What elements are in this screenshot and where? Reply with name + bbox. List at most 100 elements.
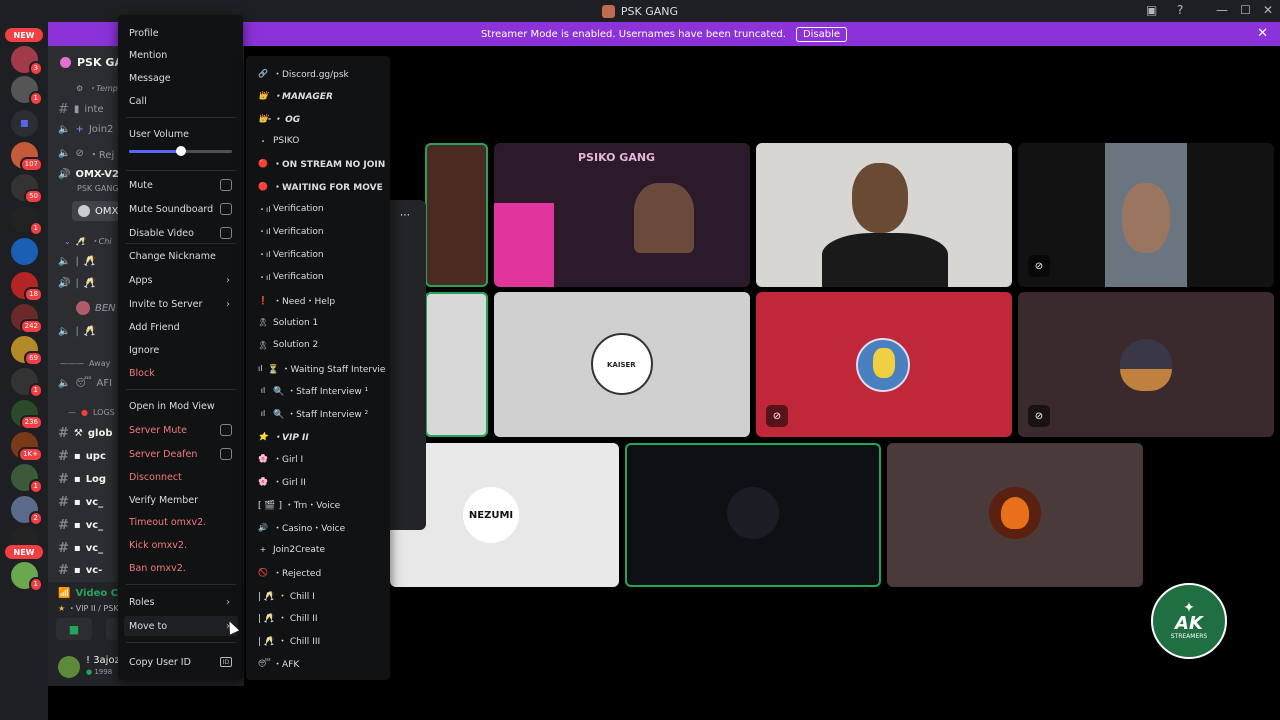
menu-item-kick[interactable]: Kick omxv2. xyxy=(124,535,238,555)
video-tile[interactable]: ⊘ xyxy=(1018,143,1274,287)
move-to-channel[interactable]: ıl ⏳ ・Waiting Staff Interview xyxy=(252,358,386,378)
menu-item-verify-member[interactable]: Verify Member xyxy=(124,490,238,510)
slider-handle[interactable] xyxy=(175,146,186,156)
disable-video-checkbox[interactable] xyxy=(220,227,232,239)
channel-log[interactable]: # ▪ Log xyxy=(58,472,106,487)
menu-item-move-to[interactable]: Move to › xyxy=(124,616,238,636)
category-chi[interactable]: ⌄ 🥂 ・Chi xyxy=(64,236,112,247)
move-to-channel[interactable]: ・ıl Verification xyxy=(252,245,386,265)
move-to-channel[interactable]: [ 🎬 ] ・Trn・Voice xyxy=(252,494,386,514)
close-icon[interactable]: ✕ xyxy=(1257,26,1268,41)
disable-streamer-mode-button[interactable]: Disable xyxy=(795,26,848,42)
menu-item-ignore[interactable]: Ignore xyxy=(124,340,238,360)
server-icon[interactable]: 236 xyxy=(11,400,43,430)
move-to-channel[interactable]: 🎗 Solution 1 xyxy=(252,313,386,333)
channel-upc[interactable]: # ▪ upc xyxy=(58,449,106,464)
move-to-channel[interactable]: 🔗 ・Discord.gg/psk xyxy=(252,63,386,83)
server-icon[interactable]: 18 xyxy=(11,272,43,302)
server-icon[interactable]: 107 xyxy=(11,142,43,172)
channel-vc[interactable]: # ▪ vc_ xyxy=(58,518,103,533)
server-icon[interactable]: 69 xyxy=(11,336,43,366)
category-logs[interactable]: — ● LOGS xyxy=(68,408,115,417)
video-tile[interactable]: KAISER xyxy=(494,292,750,437)
menu-item-server-deafen[interactable]: Server Deafen xyxy=(124,444,238,464)
new-badge[interactable]: NEW xyxy=(5,28,43,42)
server-icon[interactable]: 1 xyxy=(11,562,43,592)
video-tile[interactable]: ⊘ xyxy=(1018,292,1274,437)
menu-item-mention[interactable]: Mention xyxy=(124,45,238,65)
video-tile[interactable] xyxy=(425,292,488,437)
help-icon[interactable]: ? xyxy=(1177,3,1183,17)
avatar[interactable] xyxy=(58,656,80,678)
video-tile[interactable] xyxy=(625,443,881,587)
move-to-channel[interactable]: 🔊 ・Casino・Voice xyxy=(252,517,386,537)
voice-channel[interactable]: 🔈 | 🥂 xyxy=(58,256,96,267)
close-window-button[interactable]: ✕ xyxy=(1263,3,1273,17)
new-badge[interactable]: NEW xyxy=(5,545,43,559)
move-to-channel[interactable]: 🌸 ・Girl II xyxy=(252,472,386,492)
minimize-button[interactable]: — xyxy=(1216,3,1228,17)
move-to-channel[interactable]: | 🥂 ・ Chill I xyxy=(252,585,386,605)
channel-vc[interactable]: # ▪ vc_ xyxy=(58,541,103,556)
move-to-channel[interactable]: 👑- ・ OG xyxy=(252,108,386,128)
channel-inte[interactable]: # ▮ inte xyxy=(58,102,104,117)
menu-item-invite-to-server[interactable]: Invite to Server › xyxy=(124,294,238,314)
move-to-channel[interactable]: ・ıl Verification xyxy=(252,267,386,287)
move-to-channel[interactable]: ・ıl Verification xyxy=(252,199,386,219)
move-to-channel[interactable]: | 🥂 ・ Chill II xyxy=(252,608,386,628)
mute-soundboard-checkbox[interactable] xyxy=(220,203,232,215)
channel-rej[interactable]: 🔈 ⊘ ・Rej xyxy=(58,146,114,161)
server-icon[interactable]: 1 xyxy=(11,76,43,106)
menu-item-add-friend[interactable]: Add Friend xyxy=(124,317,238,337)
voice-channel[interactable]: 🔈 | 🥂 xyxy=(58,326,96,337)
move-to-channel[interactable]: 🌸 ・Girl I xyxy=(252,449,386,469)
server-icon[interactable]: 1K+ xyxy=(11,432,43,462)
menu-item-disconnect[interactable]: Disconnect xyxy=(124,467,238,487)
voice-channel[interactable]: 🔊 | 🥂 xyxy=(58,278,96,289)
server-deafen-checkbox[interactable] xyxy=(220,448,232,460)
server-icon[interactable]: 1 xyxy=(11,464,43,494)
menu-item-profile[interactable]: Profile xyxy=(124,23,238,43)
inbox-icon[interactable]: ▣ xyxy=(1146,3,1157,17)
menu-item-copy-user-id[interactable]: Copy User ID ID xyxy=(124,652,238,672)
server-icon[interactable] xyxy=(11,238,38,265)
server-icon[interactable]: 3 xyxy=(11,46,43,76)
video-tile[interactable] xyxy=(425,143,488,287)
move-to-channel[interactable]: 🚫 ・Rejected xyxy=(252,562,386,582)
menu-item-change-nickname[interactable]: Change Nickname xyxy=(124,246,238,266)
server-icon[interactable]: 1 xyxy=(11,206,43,236)
server-icon[interactable]: 50 xyxy=(11,174,43,204)
move-to-channel[interactable]: 👑 ・MANAGER xyxy=(252,86,386,106)
menu-item-apps[interactable]: Apps › xyxy=(124,270,238,290)
channel-join2[interactable]: 🔈 + Join2 xyxy=(58,124,113,135)
move-to-channel[interactable]: 🔴 ・ON STREAM NO JOIN xyxy=(252,154,386,174)
channel-afk[interactable]: 🔈 😴 AFI xyxy=(58,378,112,389)
maximize-button[interactable]: ☐ xyxy=(1240,3,1251,17)
mute-checkbox[interactable] xyxy=(220,179,232,191)
server-mute-checkbox[interactable] xyxy=(220,424,232,436)
menu-item-open-in-mod-view[interactable]: Open in Mod View xyxy=(124,396,238,416)
move-to-channel[interactable]: ıl 🔍 ・Staff Interview ² xyxy=(252,404,386,424)
move-to-channel[interactable]: ıl 🔍 ・Staff Interview ¹ xyxy=(252,381,386,401)
channel-vc[interactable]: # ▪ vc_ xyxy=(58,495,103,510)
category-away[interactable]: ——— Away xyxy=(60,359,110,368)
menu-item-ban[interactable]: Ban omxv2. xyxy=(124,558,238,578)
voice-user-ben[interactable]: BEN xyxy=(76,301,116,315)
server-icon[interactable]: 2 xyxy=(11,496,43,526)
server-icon[interactable]: 1 xyxy=(11,368,43,398)
move-to-channel[interactable]: 😴 ・AFK xyxy=(252,653,386,673)
camera-button[interactable]: ■ xyxy=(56,618,92,640)
move-to-channel[interactable]: | 🥂 ・ Chill III xyxy=(252,631,386,651)
folder-icon[interactable]: ▪ xyxy=(11,110,38,137)
move-to-channel[interactable]: ⭐ ・VIP II xyxy=(252,426,386,446)
channel-glob[interactable]: # ⚒ glob xyxy=(58,426,113,441)
video-tile[interactable] xyxy=(756,143,1012,287)
move-to-channel[interactable]: + Join2Create xyxy=(252,540,386,560)
menu-item-disable-video[interactable]: Disable Video xyxy=(124,223,238,243)
move-to-channel[interactable]: ❗ ・Need・Help xyxy=(252,290,386,310)
menu-item-message[interactable]: Message xyxy=(124,68,238,88)
menu-item-mute[interactable]: Mute xyxy=(124,175,238,195)
menu-item-block[interactable]: Block xyxy=(124,363,238,383)
menu-item-timeout[interactable]: Timeout omxv2. xyxy=(124,512,238,532)
video-tile[interactable]: PSIKO GANG xyxy=(494,143,750,287)
